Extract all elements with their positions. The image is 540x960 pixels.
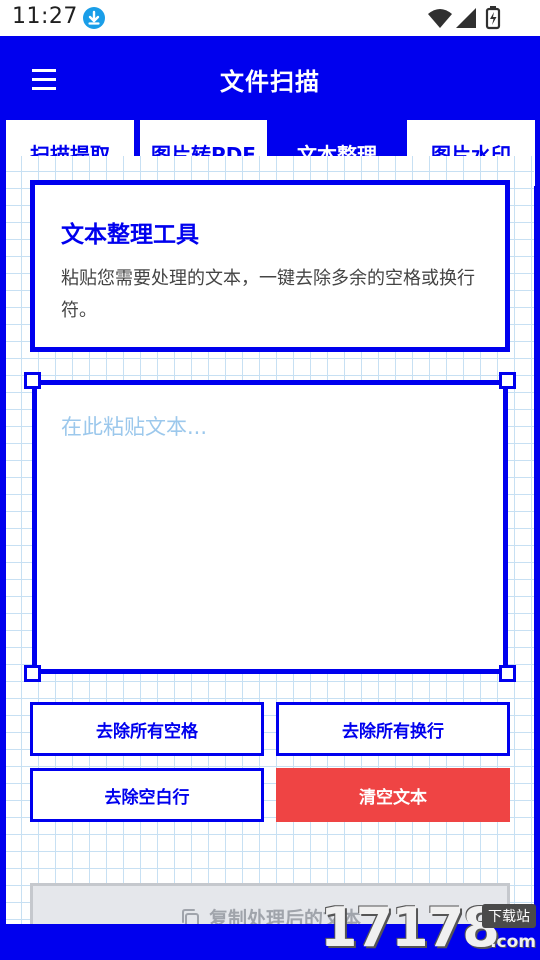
text-input[interactable] (37, 385, 503, 669)
info-card-description: 粘贴您需要处理的文本，一键去除多余的空格或换行符。 (61, 268, 475, 321)
battery-icon (485, 6, 501, 30)
status-bar: 11:27 (0, 0, 540, 36)
download-icon (83, 7, 105, 29)
wifi-icon (428, 9, 452, 28)
info-card: 文本整理工具 粘贴您需要处理的文本，一键去除多余的空格或换行符。 (30, 180, 510, 352)
text-input-box (32, 380, 508, 674)
status-icons (426, 6, 506, 30)
copy-icon (179, 907, 201, 924)
resize-handle-bottom-right[interactable] (499, 665, 516, 682)
content-area: 文本整理工具 粘贴您需要处理的文本，一键去除多余的空格或换行符。 去除所有空格 … (6, 156, 534, 924)
status-time: 11:27 (12, 4, 78, 29)
resize-handle-top-left[interactable] (24, 372, 41, 389)
watermark-domain: .com (490, 932, 536, 952)
resize-handle-bottom-left[interactable] (24, 665, 41, 682)
site-watermark: 17178 下载站 .com (320, 896, 540, 960)
watermark-tag: 下载站 (482, 904, 536, 928)
resize-handle-top-right[interactable] (499, 372, 516, 389)
signal-icon (456, 8, 476, 28)
clear-text-button[interactable]: 清空文本 (276, 768, 510, 822)
remove-all-newlines-button[interactable]: 去除所有换行 (276, 702, 510, 756)
watermark-number: 17178 (320, 896, 500, 959)
remove-blank-lines-button[interactable]: 去除空白行 (30, 768, 264, 822)
info-card-title: 文本整理工具 (61, 222, 199, 248)
page-title: 文件扫描 (220, 68, 320, 96)
remove-all-spaces-button[interactable]: 去除所有空格 (30, 702, 264, 756)
top-app-bar: 文件扫描 (0, 36, 540, 120)
